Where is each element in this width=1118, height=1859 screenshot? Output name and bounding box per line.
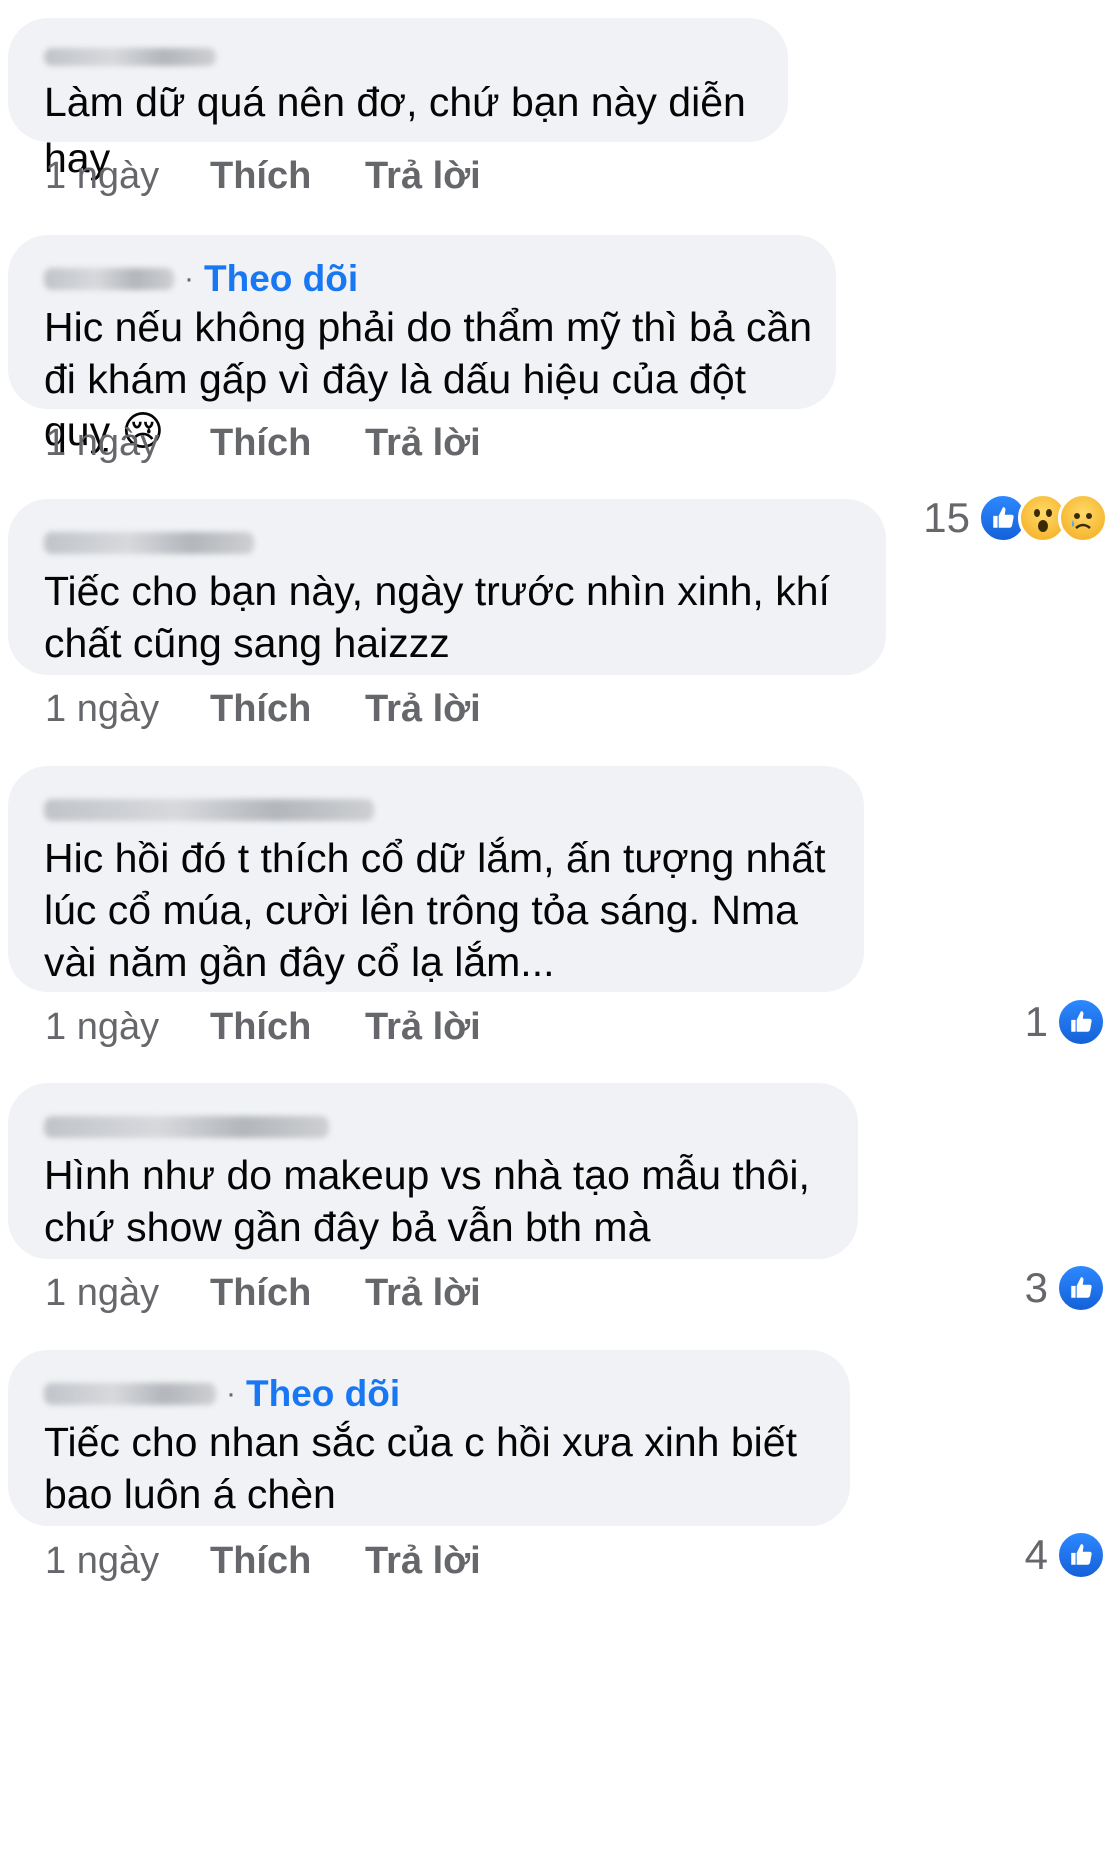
- author-row: [44, 40, 752, 74]
- like-link[interactable]: Thích: [210, 422, 365, 465]
- reaction-summary[interactable]: 4: [1025, 1530, 1106, 1580]
- author-name-blurred[interactable]: [44, 268, 174, 290]
- separator-dot: ·: [184, 262, 194, 295]
- reaction-summary[interactable]: 3: [1025, 1263, 1106, 1313]
- comment-bubble[interactable]: Hình như do makeup vs nhà tạo mẫu thôi, …: [8, 1083, 858, 1259]
- like-reaction-icon: [1056, 1530, 1106, 1580]
- author-row: · Theo dõi: [44, 1372, 814, 1416]
- comment-bubble[interactable]: Hic hồi đó t thích cổ dữ lắm, ấn tượng n…: [8, 766, 864, 992]
- author-name-blurred[interactable]: [44, 1383, 216, 1405]
- reply-link[interactable]: Trả lời: [365, 422, 481, 465]
- reply-link[interactable]: Trả lời: [365, 1540, 481, 1583]
- reply-link[interactable]: Trả lời: [365, 155, 481, 198]
- comment-actions: 1 ngày Thích Trả lời: [45, 1006, 481, 1049]
- like-link[interactable]: Thích: [210, 688, 365, 731]
- reaction-count: 3: [1024, 1264, 1048, 1311]
- comment-actions: 1 ngày Thích Trả lời: [45, 155, 481, 198]
- reaction-summary[interactable]: 1: [1025, 997, 1106, 1047]
- comment-time[interactable]: 1 ngày: [45, 422, 210, 465]
- comment-text: Hình như do makeup vs nhà tạo mẫu thôi, …: [44, 1152, 822, 1250]
- comment-bubble[interactable]: Tiếc cho bạn này, ngày trước nhìn xinh, …: [8, 499, 886, 675]
- reply-link[interactable]: Trả lời: [365, 1006, 481, 1049]
- like-reaction-icon: [1056, 1263, 1106, 1313]
- comment-bubble[interactable]: Làm dữ quá nên đơ, chứ bạn này diễn hay: [8, 18, 788, 181]
- author-row: [44, 788, 828, 832]
- reaction-summary[interactable]: 15: [923, 493, 1108, 543]
- comment-time[interactable]: 1 ngày: [45, 1272, 210, 1315]
- reaction-count: 15: [923, 494, 970, 541]
- comment-time[interactable]: 1 ngày: [45, 155, 210, 198]
- author-row: [44, 521, 850, 565]
- comment-bubble[interactable]: · Theo dõi Hic nếu không phải do thẩm mỹ…: [8, 235, 836, 454]
- comment-actions: 1 ngày Thích Trả lời: [45, 688, 481, 731]
- reaction-count: 4: [1024, 1531, 1048, 1578]
- follow-link[interactable]: Theo dõi: [204, 258, 358, 300]
- like-reaction-icon: [1056, 997, 1106, 1047]
- comment-actions: 1 ngày Thích Trả lời: [45, 422, 481, 465]
- author-name-blurred[interactable]: [44, 799, 374, 821]
- like-link[interactable]: Thích: [210, 1006, 365, 1049]
- reaction-count: 1: [1024, 998, 1048, 1045]
- comment-time[interactable]: 1 ngày: [45, 688, 210, 731]
- separator-dot: ·: [226, 1377, 236, 1410]
- comment-time[interactable]: 1 ngày: [45, 1006, 210, 1049]
- author-row: · Theo dõi: [44, 257, 800, 301]
- reply-link[interactable]: Trả lời: [365, 1272, 481, 1315]
- comment-text: Hic hồi đó t thích cổ dữ lắm, ấn tượng n…: [44, 835, 837, 985]
- sad-reaction-icon: [1058, 493, 1108, 543]
- author-name-blurred[interactable]: [44, 532, 254, 554]
- follow-link[interactable]: Theo dõi: [246, 1373, 400, 1415]
- comment-time[interactable]: 1 ngày: [45, 1540, 210, 1583]
- comment-bubble[interactable]: · Theo dõi Tiếc cho nhan sắc của c hồi x…: [8, 1350, 850, 1526]
- like-link[interactable]: Thích: [210, 1540, 365, 1583]
- comment-actions: 1 ngày Thích Trả lời: [45, 1272, 481, 1315]
- reply-link[interactable]: Trả lời: [365, 688, 481, 731]
- comment-text: Tiếc cho bạn này, ngày trước nhìn xinh, …: [44, 568, 842, 666]
- author-name-blurred[interactable]: [44, 1116, 329, 1138]
- author-name-blurred[interactable]: [44, 48, 216, 66]
- comment-actions: 1 ngày Thích Trả lời: [45, 1540, 481, 1583]
- author-row: [44, 1105, 822, 1149]
- like-link[interactable]: Thích: [210, 155, 365, 198]
- comment-text: Tiếc cho nhan sắc của c hồi xưa xinh biế…: [44, 1419, 809, 1517]
- like-link[interactable]: Thích: [210, 1272, 365, 1315]
